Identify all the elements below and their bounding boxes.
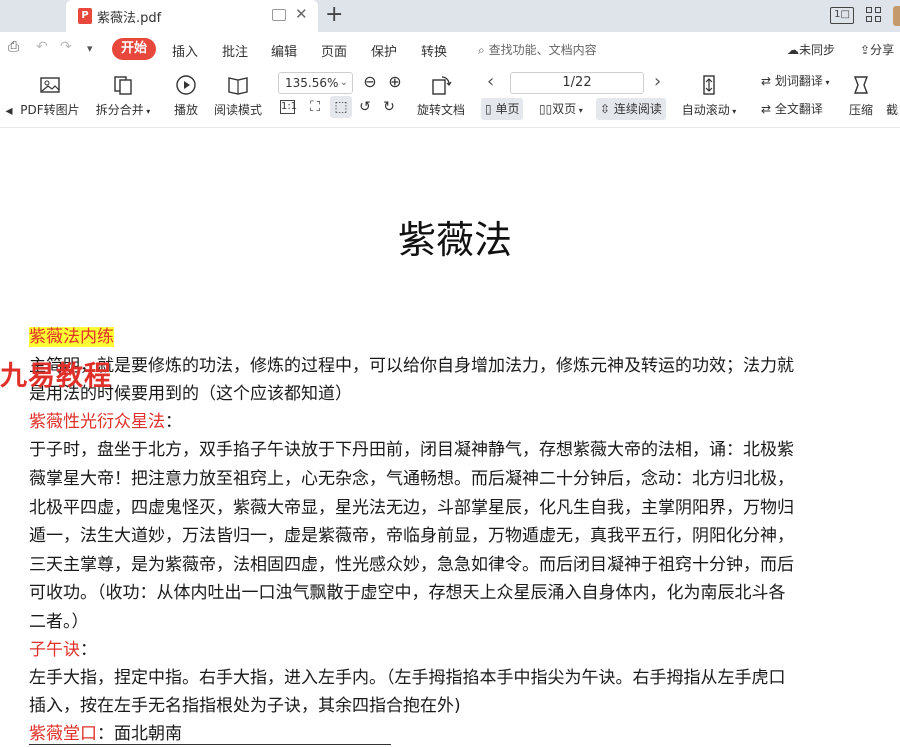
- single-page-button[interactable]: ▯ 单页: [481, 98, 524, 120]
- section-heading-inner-practice: 紫薇法内练: [29, 327, 114, 347]
- divider: [29, 744, 391, 745]
- play-button[interactable]: 播放: [170, 74, 202, 118]
- pdf-to-image-button[interactable]: PDF转图片: [20, 74, 80, 118]
- split-merge-button[interactable]: 拆分合并 ▾: [94, 74, 152, 118]
- section-heading-ziwu-mudra: 子午诀：: [29, 640, 97, 660]
- book-icon: [228, 77, 248, 95]
- body-line: 二者。）: [29, 612, 89, 632]
- compress-button[interactable]: 压缩: [846, 74, 876, 118]
- compress-icon: [853, 76, 869, 94]
- continuous-icon: ⇳: [600, 102, 611, 116]
- fit-page-icon[interactable]: ⛶: [306, 98, 324, 116]
- redo-icon[interactable]: ↷: [60, 39, 72, 55]
- menu-start[interactable]: 开始: [112, 38, 156, 60]
- full-translate-button[interactable]: ⇄ 全文翻译: [757, 98, 827, 120]
- body-line: 北极平四虚，四虚鬼怪灭，紫薇大帝显，星光法无边，斗部掌星辰，化凡生自我，主掌阴阳…: [29, 498, 794, 518]
- search-input[interactable]: ⌕ 查找功能、文档内容: [478, 41, 597, 58]
- menu-insert[interactable]: 插入: [172, 41, 198, 60]
- auto-scroll-button[interactable]: 自动滚动 ▾: [680, 74, 738, 118]
- menu-bar: ⎙ ↶ ↷ ▾ 开始 插入 批注 编辑 页面 保护 转换 ⌕ 查找功能、文档内容…: [0, 32, 900, 66]
- rotate-doc-button[interactable]: 旋转文档: [414, 74, 468, 118]
- actual-size-icon[interactable]: 1:1: [280, 100, 297, 114]
- window-layout-button[interactable]: 1□: [830, 7, 854, 24]
- menu-annotate[interactable]: 批注: [222, 41, 248, 60]
- word-translate-button[interactable]: ⇄ 划词翻译 ▾: [757, 70, 833, 92]
- translate-icon: ⇄: [761, 74, 772, 88]
- page-number-input[interactable]: 1/22: [510, 72, 644, 94]
- play-icon: [176, 75, 196, 95]
- search-icon: ⌕: [478, 43, 485, 57]
- next-page-icon[interactable]: ›: [654, 71, 661, 92]
- grid-apps-icon[interactable]: [866, 7, 882, 23]
- menu-convert[interactable]: 转换: [421, 41, 447, 60]
- section-heading-star-method: 紫薇性光衍众星法：: [29, 412, 182, 432]
- new-tab-icon[interactable]: +: [325, 2, 343, 27]
- zoom-select[interactable]: 135.56% ⌄: [278, 72, 353, 94]
- tab-title: 紫薇法.pdf: [97, 11, 162, 26]
- menu-page[interactable]: 页面: [321, 41, 347, 60]
- prev-page-icon[interactable]: ‹: [487, 71, 494, 92]
- section-heading-ziwei-hall: 紫薇堂口：面北朝南: [29, 724, 182, 744]
- body-line: 插入，按在左手无名指指根处为子诀，其余四指合抱在外): [29, 696, 461, 716]
- read-mode-button[interactable]: 阅读模式: [212, 74, 264, 118]
- document-tab[interactable]: P 紫薇法.pdf ✕: [66, 0, 318, 32]
- document-title: 紫薇法: [397, 218, 512, 262]
- body-line: 可收功。（收功：从体内吐出一口浊气飘散于虚空中，存想天上众星辰涌入自身体内，化为…: [29, 583, 786, 603]
- tab-bar: P 紫薇法.pdf ✕ + 1□: [0, 0, 900, 32]
- zoom-out-icon[interactable]: ⊖: [361, 73, 379, 91]
- share-icon: ⇪: [860, 43, 871, 57]
- rotate-doc-icon: [432, 76, 452, 95]
- auto-scroll-icon: [703, 75, 715, 95]
- document-page: 紫薇法 紫薇法内练 主简明，就是要修炼的功法，修炼的过程中，可以给你自身增加法力…: [0, 129, 900, 747]
- toolbar: ◂ PDF转图片 拆分合并 ▾ 播放 阅读模式 135.56% ⌄ ⊖ ⊕ 1:1…: [0, 66, 900, 128]
- split-merge-icon: [114, 76, 132, 95]
- menu-edit[interactable]: 编辑: [271, 41, 297, 60]
- sync-status[interactable]: ☁未同步: [787, 41, 835, 58]
- print-icon[interactable]: ⎙: [8, 39, 19, 55]
- toolbar-scroll-left-icon[interactable]: ◂: [0, 102, 18, 120]
- image-icon: [40, 77, 60, 93]
- screenshot-icon: [884, 74, 900, 96]
- watermark-text: 九易教程: [0, 361, 112, 392]
- double-page-button[interactable]: ▯▯双页 ▾: [535, 98, 587, 120]
- body-line: 三天主掌尊，是为紫薇帝，法相固四虚，性光感众妙，急急如律令。而后闭目凝神于祖窍十…: [29, 555, 794, 575]
- body-line: 遁一，法生大道妙，万法皆归一，虚是紫薇帝，帝临身前显，万物遁虚无，真我平五行，阴…: [29, 526, 794, 546]
- tab-window-icon[interactable]: [272, 9, 286, 21]
- tab-bar-left-area[interactable]: [0, 0, 66, 32]
- body-line: 主简明，就是要修炼的功法，修炼的过程中，可以给你自身增加法力，修炼元神及转运的功…: [29, 356, 794, 376]
- undo-icon[interactable]: ↶: [36, 39, 48, 55]
- body-line: 于子时，盘坐于北方，双手掐子午诀放于下丹田前，闭目凝神静气，存想紫薇大帝的法相，…: [29, 440, 794, 460]
- rotate-right-icon[interactable]: ↻: [380, 98, 398, 116]
- menu-protect[interactable]: 保护: [371, 41, 397, 60]
- screenshot-button[interactable]: 截: [884, 74, 900, 118]
- share-button[interactable]: ⇪分享: [860, 41, 894, 58]
- body-line: 薇掌星大帝！把注意力放至祖窍上，心无杂念，气通畅想。而后凝神二十分钟后，念动：北…: [29, 469, 794, 489]
- zoom-in-icon[interactable]: ⊕: [386, 73, 404, 91]
- cloud-icon: ☁: [787, 43, 799, 57]
- body-line: 左手大指，捏定中指。右手大指，进入左手内。（左手拇指掐本手中指尖为午诀。右手拇指…: [29, 668, 786, 688]
- continuous-read-button[interactable]: ⇳ 连续阅读: [596, 98, 666, 120]
- double-page-icon: ▯▯: [539, 102, 553, 116]
- fit-width-icon[interactable]: ⬚: [330, 96, 352, 118]
- translate-doc-icon: ⇄: [761, 102, 772, 116]
- user-avatar[interactable]: [893, 6, 900, 26]
- chevron-down-icon: ⌄: [339, 77, 348, 88]
- rotate-left-icon[interactable]: ↺: [356, 98, 374, 116]
- close-tab-icon[interactable]: ✕: [295, 5, 308, 23]
- pdf-file-icon: P: [78, 8, 92, 24]
- quick-access-dropdown-icon[interactable]: ▾: [87, 42, 93, 55]
- single-page-icon: ▯: [485, 102, 492, 116]
